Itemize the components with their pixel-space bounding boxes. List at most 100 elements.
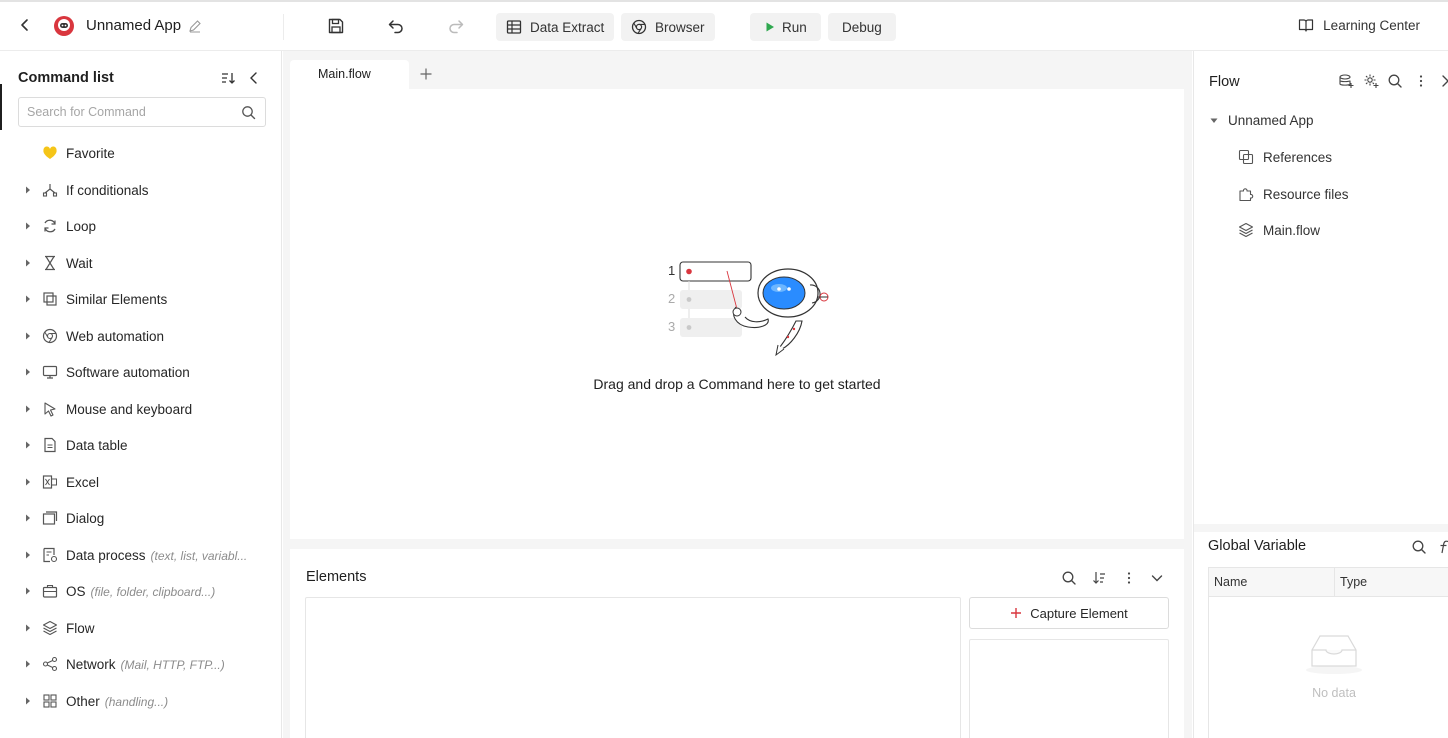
caret-right-icon[interactable]: [25, 405, 31, 413]
command-category-wait[interactable]: Wait: [0, 245, 282, 282]
command-category-flow[interactable]: Flow: [0, 610, 282, 647]
command-label: Mouse and keyboard: [66, 401, 193, 417]
command-label: Web automation: [66, 328, 165, 344]
command-category-data-process[interactable]: Data process (text, list, variabl...: [0, 537, 282, 574]
caret-right-icon[interactable]: [25, 259, 31, 267]
caret-right-icon[interactable]: [25, 295, 31, 303]
command-category-favorite[interactable]: Favorite: [0, 135, 282, 172]
caret-right-icon[interactable]: [25, 478, 31, 486]
caret-right-icon[interactable]: [25, 332, 31, 340]
command-category-similar-elements[interactable]: Similar Elements: [0, 281, 282, 318]
caret-right-icon[interactable]: [25, 368, 31, 376]
command-category-software-automation[interactable]: Software automation: [0, 354, 282, 391]
command-category-excel[interactable]: Excel: [0, 464, 282, 501]
layers-icon: [42, 620, 58, 635]
heart-icon: [43, 146, 57, 159]
command-label: Excel: [66, 474, 100, 490]
learning-center-link[interactable]: Learning Center: [1298, 17, 1420, 33]
column-header-name[interactable]: Name: [1209, 568, 1335, 596]
sort-icon[interactable]: [220, 70, 236, 86]
tab-label: Main.flow: [318, 67, 371, 81]
command-category-dialog[interactable]: Dialog: [0, 500, 282, 537]
layers-icon: [1238, 222, 1254, 238]
browser-button[interactable]: Browser: [621, 13, 715, 41]
caret-right-icon[interactable]: [25, 551, 31, 559]
command-category-if-conditionals[interactable]: If conditionals: [0, 172, 282, 209]
elements-title: Elements: [306, 569, 367, 585]
search-icon[interactable]: [1411, 539, 1427, 555]
caret-right-icon[interactable]: [25, 697, 31, 705]
grid-icon: [43, 693, 57, 708]
debug-label: Debug: [842, 19, 882, 35]
command-label: Data process: [66, 547, 146, 563]
flow-tree-item-main-flow[interactable]: Main.flow: [1238, 222, 1320, 238]
command-category-other[interactable]: Other (handling...): [0, 683, 282, 720]
command-category-mouse-and-keyboard[interactable]: Mouse and keyboard: [0, 391, 282, 428]
empty-robot-illustration: 1 2 3: [668, 261, 829, 357]
elements-panel: Elements Capture Element: [290, 549, 1184, 738]
command-category-network[interactable]: Network (Mail, HTTP, FTP...): [0, 646, 282, 683]
flow-tree-root[interactable]: Unnamed App: [1210, 113, 1314, 128]
command-category-data-table[interactable]: Data table: [0, 427, 282, 464]
command-search-input[interactable]: [19, 98, 229, 126]
save-icon[interactable]: [326, 16, 346, 36]
column-header-type[interactable]: Type: [1335, 568, 1367, 596]
flow-canvas[interactable]: 1 2 3 Drag and drop a Command here to ge…: [290, 89, 1184, 539]
redo-icon[interactable]: [446, 16, 466, 36]
edit-pencil-icon[interactable]: [188, 19, 202, 33]
add-settings-icon[interactable]: [1363, 73, 1379, 89]
caret-right-icon[interactable]: [25, 587, 31, 595]
data-extract-button[interactable]: Data Extract: [496, 13, 615, 41]
caret-right-icon[interactable]: [25, 222, 31, 230]
search-icon[interactable]: [1387, 73, 1403, 89]
collapse-right-icon[interactable]: [1437, 73, 1448, 89]
chevron-down-icon[interactable]: [1149, 570, 1165, 586]
more-vertical-icon[interactable]: [1121, 570, 1137, 586]
command-label: Data table: [66, 438, 128, 453]
flow-tree-item-resource-files[interactable]: Resource files: [1238, 186, 1349, 202]
flow-root-label: Unnamed App: [1228, 113, 1314, 128]
empty-inbox-icon: [1306, 635, 1362, 674]
flow-panel-title: Flow: [1209, 74, 1240, 90]
loop-icon: [44, 219, 56, 233]
capture-element-button[interactable]: Capture Element: [969, 597, 1169, 629]
command-label: Wait: [66, 255, 93, 271]
command-categories: Favorite If conditionals Loop Wait Simil…: [0, 135, 282, 719]
undo-icon[interactable]: [386, 16, 406, 36]
elements-list[interactable]: [305, 597, 961, 738]
more-vertical-icon[interactable]: [1413, 73, 1429, 89]
function-icon[interactable]: [1437, 539, 1448, 555]
tab-main-flow[interactable]: Main.flow: [290, 60, 409, 89]
capture-element-label: Capture Element: [1030, 605, 1128, 621]
monitor-icon: [42, 365, 58, 379]
chrome-browser-icon: [631, 19, 647, 35]
debug-button[interactable]: Debug: [828, 13, 896, 41]
panel-divider: [1194, 524, 1448, 532]
command-category-loop[interactable]: Loop: [0, 208, 282, 245]
caret-right-icon[interactable]: [25, 660, 31, 668]
sort-icon[interactable]: [1091, 570, 1107, 586]
command-category-web-automation[interactable]: Web automation: [0, 318, 282, 355]
caret-right-icon[interactable]: [25, 186, 31, 194]
add-tab-icon[interactable]: [419, 67, 433, 81]
global-variable-table: Name Type No data: [1208, 567, 1448, 738]
search-icon[interactable]: [1061, 570, 1077, 586]
book-icon: [1299, 19, 1314, 32]
run-label: Run: [782, 19, 807, 35]
caret-right-icon[interactable]: [25, 441, 31, 449]
caret-down-icon[interactable]: [1210, 118, 1218, 124]
collapse-left-icon[interactable]: [246, 70, 262, 86]
branch-icon: [42, 183, 58, 197]
caret-right-icon[interactable]: [25, 624, 31, 632]
command-label: Loop: [66, 219, 97, 234]
command-category-os[interactable]: OS (file, folder, clipboard...): [0, 573, 282, 610]
flow-tree-item-references[interactable]: References: [1238, 149, 1332, 165]
data-process-icon: [43, 547, 58, 562]
caret-right-icon[interactable]: [25, 514, 31, 522]
add-database-icon[interactable]: [1338, 73, 1354, 89]
run-button[interactable]: Run: [750, 13, 821, 41]
back-arrow-icon[interactable]: [16, 16, 34, 34]
chrome-browser-icon: [42, 328, 58, 343]
top-toolbar: Unnamed App Data Extract Browser Run Deb…: [0, 0, 1448, 51]
search-icon[interactable]: [241, 105, 256, 120]
